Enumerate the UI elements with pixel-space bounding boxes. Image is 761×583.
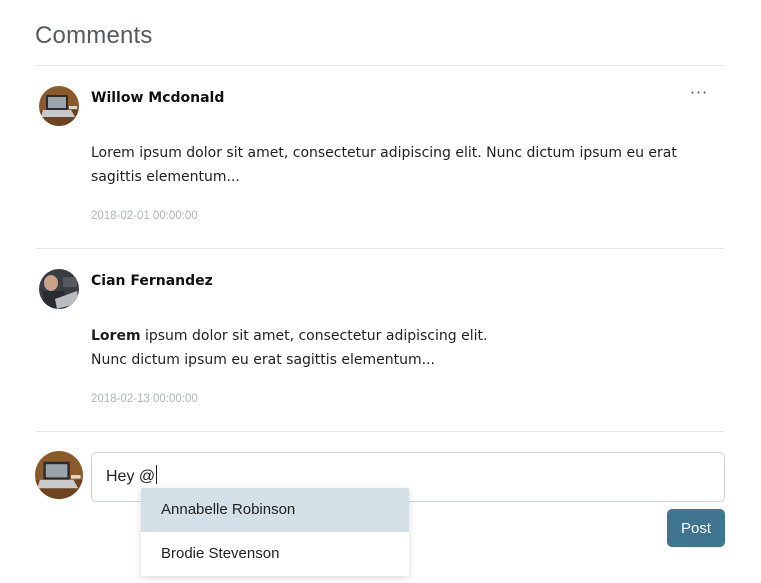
- comment-timestamp: 2018-02-13 00:00:00: [91, 393, 198, 405]
- divider: [35, 65, 725, 66]
- comment-body-line: Nunc dictum ipsum eu erat sagittis eleme…: [91, 352, 435, 368]
- comment-body: Lorem ipsum dolor sit amet, consectetur …: [91, 324, 711, 372]
- post-button[interactable]: Post: [667, 509, 725, 547]
- comments-panel: Comments Willow Mcdonald ··· Lorem ipsum…: [0, 0, 761, 583]
- page-title: Comments: [35, 22, 153, 49]
- current-user-avatar: [35, 451, 83, 499]
- text-caret: [156, 465, 158, 484]
- divider: [35, 431, 725, 432]
- avatar[interactable]: [39, 269, 79, 309]
- comment-body-bold: Lorem: [91, 328, 141, 344]
- comment-body-text: ipsum dolor sit amet, consectetur adipis…: [140, 328, 488, 344]
- mention-suggestion-item[interactable]: Brodie Stevenson: [141, 532, 409, 576]
- divider: [35, 248, 725, 249]
- comment-menu-icon[interactable]: ···: [686, 85, 712, 105]
- comment-body: Lorem ipsum dolor sit amet, consectetur …: [91, 141, 711, 189]
- avatar[interactable]: [39, 86, 79, 126]
- comment-author[interactable]: Willow Mcdonald: [91, 90, 224, 106]
- comment-input-value: Hey @: [106, 468, 156, 485]
- mention-suggestion-item[interactable]: Annabelle Robinson: [141, 488, 409, 532]
- comment-timestamp: 2018-02-01 00:00:00: [91, 210, 198, 222]
- comment-body-line: sagittis elementum...: [91, 169, 240, 185]
- mention-suggestions: Annabelle Robinson Brodie Stevenson: [141, 488, 409, 576]
- comment-author[interactable]: Cian Fernandez: [91, 273, 213, 289]
- comment-body-line: Lorem ipsum dolor sit amet, consectetur …: [91, 145, 677, 161]
